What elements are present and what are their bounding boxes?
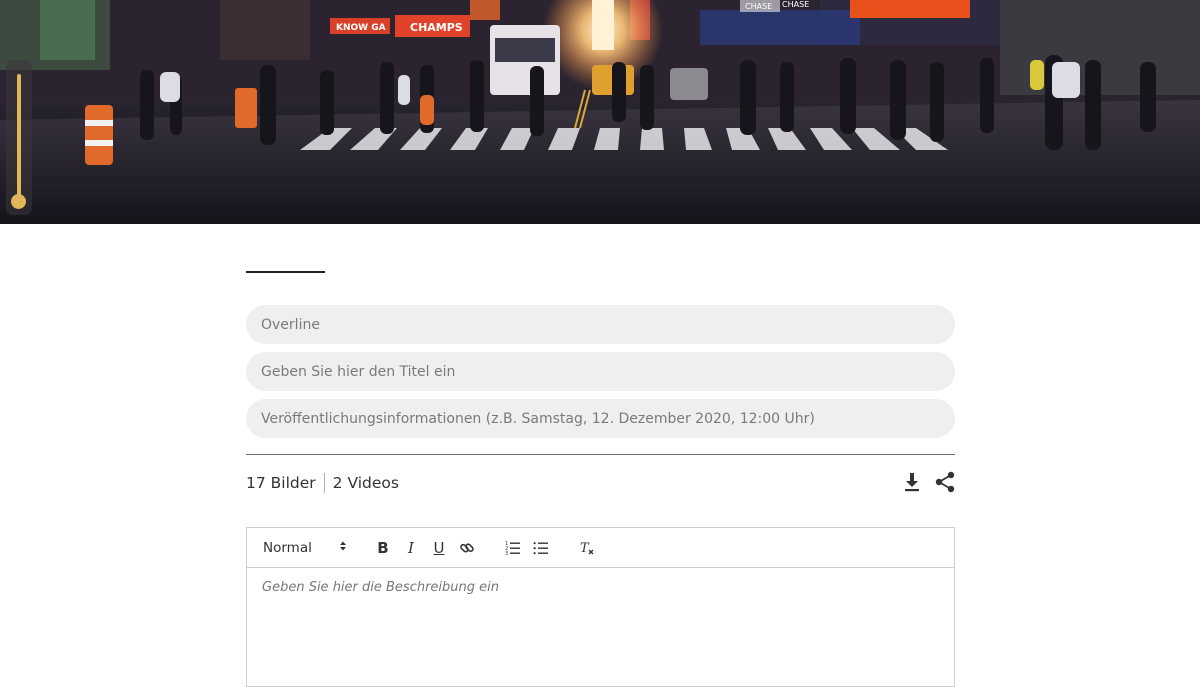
sign-text: CHASE <box>745 2 772 11</box>
download-icon[interactable] <box>902 471 922 493</box>
sign-text: CHAMPS <box>410 21 463 34</box>
bold-icon[interactable]: B <box>373 538 393 558</box>
description-textarea[interactable]: Geben Sie hier die Beschreibung ein <box>247 568 954 607</box>
slider-knob[interactable] <box>11 194 26 209</box>
gallery-actions <box>902 471 955 493</box>
editor-toolbar: Normal B I U 1 2 3 T <box>247 528 954 568</box>
italic-icon[interactable]: I <box>401 538 421 558</box>
ordered-list-icon[interactable]: 1 2 3 <box>503 538 523 558</box>
sign-text: CHASE <box>782 0 809 9</box>
svg-text:3: 3 <box>505 551 508 556</box>
share-icon[interactable] <box>935 471 955 493</box>
format-select-value: Normal <box>263 539 312 556</box>
description-editor: Normal B I U 1 2 3 T Geben Sie hier die … <box>246 527 955 687</box>
images-count-link[interactable]: 17 Bilder <box>246 474 316 492</box>
videos-count-link[interactable]: 2 Videos <box>333 474 399 492</box>
section-accent-line <box>246 271 325 273</box>
slider-track <box>17 74 21 198</box>
overline-input[interactable] <box>246 305 955 344</box>
sign-text: KNOW GA <box>336 23 386 33</box>
media-separator <box>323 473 325 493</box>
hero-image: KNOW GA CHAMPS CHASE CHASE <box>0 0 1200 224</box>
clear-format-icon[interactable]: T <box>577 538 597 558</box>
media-counts: 17 Bilder 2 Videos <box>246 472 399 494</box>
select-arrows-icon <box>339 540 347 556</box>
zoom-slider[interactable] <box>6 60 32 215</box>
underline-icon[interactable]: U <box>429 538 449 558</box>
hero-illustration: KNOW GA CHAMPS CHASE CHASE <box>0 0 1200 224</box>
divider <box>246 454 955 455</box>
title-input[interactable] <box>246 352 955 391</box>
svg-text:T: T <box>580 541 590 556</box>
bullet-list-icon[interactable] <box>531 538 551 558</box>
format-select[interactable]: Normal <box>263 540 347 556</box>
link-icon[interactable] <box>457 538 477 558</box>
publication-info-input[interactable] <box>246 399 955 438</box>
